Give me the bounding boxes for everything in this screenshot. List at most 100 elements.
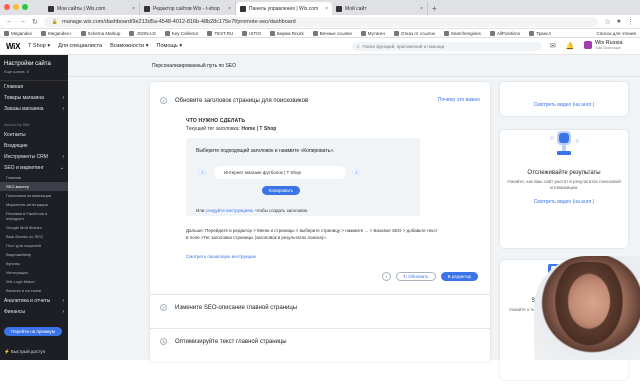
sidebar-subitem[interactable]: Google Мой бизнес — [0, 223, 68, 232]
bookmark-item[interactable]: Вечные ссылки — [312, 30, 352, 36]
sidebar-section-label: Accord by Wix — [4, 122, 30, 127]
info-icon[interactable]: i — [382, 272, 392, 281]
bookmark-icon — [360, 30, 366, 36]
sidebar-item-inbox[interactable]: Входящие — [0, 140, 68, 151]
next-steps-text: Дальше: Перейдите в редактор > Меню и ст… — [186, 228, 438, 240]
sidebar-subitem[interactable]: Визитки и на ткани — [0, 286, 68, 295]
bookmark-item[interactable]: Мутаген — [360, 30, 385, 36]
close-window-button[interactable] — [4, 4, 10, 10]
menu-icon[interactable]: ⋮ — [627, 18, 634, 26]
sidebar-item-home[interactable]: Главная — [0, 81, 68, 92]
star-icon[interactable]: ☆ — [604, 18, 610, 26]
sidebar-header[interactable]: Настройки сайта — [0, 55, 68, 67]
bookmark-item[interactable]: Key Collector — [164, 30, 198, 36]
features-menu[interactable]: Возможности ▾ — [110, 43, 148, 49]
sidebar-subitem[interactable]: Поисковая оптимизация — [0, 191, 68, 200]
maximize-window-button[interactable] — [22, 4, 28, 10]
reload-icon[interactable]: ↻ — [32, 18, 38, 26]
bookmark-icon — [529, 30, 535, 36]
sidebar-subitem[interactable]: Купоны — [0, 259, 68, 268]
bell-icon[interactable]: 🔔 — [566, 42, 575, 50]
sidebar-item-orders[interactable]: Заказы магазина › — [0, 103, 68, 114]
chevron-right-icon: › — [62, 308, 64, 315]
browser-tab-3[interactable]: Панель управления | Wix.com × — [236, 2, 332, 15]
copy-button[interactable]: Копировать — [262, 186, 300, 195]
bookmark-item[interactable]: Searchengines — [443, 30, 481, 36]
back-icon[interactable]: ← — [6, 18, 13, 25]
step-by-step-link[interactable]: Смотреть пошаговую инструкцию — [186, 254, 256, 259]
close-tab-icon[interactable]: × — [420, 6, 423, 12]
profile-icon[interactable]: ● — [617, 18, 621, 25]
bookmark-item[interactable]: TEXT.RU — [207, 30, 233, 36]
watch-video-link[interactable]: Смотреть видео (на англ.) — [500, 199, 628, 205]
chevron-right-icon: › — [62, 94, 64, 101]
step-number: 1 — [160, 97, 167, 104]
browser-tab-2[interactable]: Редактор сайтов Wix - t-shop × — [140, 2, 236, 15]
wix-logo[interactable]: WiX — [6, 42, 20, 51]
sidebar-item-analytics[interactable]: Аналитика и отчеты › — [0, 295, 68, 306]
sidebar-item-contacts[interactable]: Контакты — [0, 129, 68, 140]
bookmark-item[interactable]: ISTIO — [242, 30, 261, 36]
todo-heading: ЧТО НУЖНО СДЕЛАТЬ — [186, 118, 246, 124]
sidebar-item-products[interactable]: Товары магазина › — [0, 92, 68, 103]
close-tab-icon[interactable]: × — [132, 6, 135, 12]
for-experts-link[interactable]: Для специалиста — [58, 43, 102, 49]
search-input[interactable]: ⌕ Поиск функций, приложений и помощи — [352, 42, 542, 51]
next-arrow-icon[interactable]: › — [352, 168, 361, 177]
browser-tab-1[interactable]: Мои сайты | Wix.com × — [44, 2, 140, 15]
lightning-icon: ⚡ — [4, 349, 10, 354]
suggested-title[interactable]: Интернет магазин футболок | T Shop — [214, 166, 346, 179]
instructions-link[interactable]: следуйте инструкциям, — [206, 208, 254, 213]
new-tab-button[interactable]: + — [432, 2, 437, 15]
sidebar-subitem[interactable]: Wix Logo Maker — [0, 277, 68, 286]
chevron-down-icon: ▾ — [145, 43, 149, 49]
sidebar-item-seo[interactable]: SEO и маркетинг ⌄ — [0, 162, 68, 173]
help-menu[interactable]: Помощь ▾ — [157, 43, 183, 49]
why-important-link[interactable]: Почему это важно — [438, 97, 480, 103]
bookmark-item[interactable]: Schema Markup — [80, 30, 120, 36]
sidebar-subitem-seo-wizard[interactable]: SEO-мастер — [0, 182, 68, 191]
sidebar-subitem[interactable]: Пост для соцсетей — [0, 241, 68, 250]
wix-favicon-icon — [48, 5, 54, 12]
sidebar-subitem[interactable]: Интеграции — [0, 268, 68, 277]
bookmark-item[interactable]: Megandex — [4, 30, 32, 36]
close-tab-icon[interactable]: × — [228, 6, 231, 12]
refresh-button[interactable]: ↻ Обновить — [396, 272, 436, 281]
watch-video-link[interactable]: Смотреть видео (на англ.) — [500, 102, 628, 108]
to-editor-button[interactable]: В редактор — [440, 272, 478, 281]
step-3-header[interactable]: 3 Оптимизируйте текст главной страницы — [160, 338, 287, 345]
bookmark-item[interactable]: Трансл — [529, 30, 551, 36]
sidebar-subitem[interactable]: Видеомейкер — [0, 250, 68, 259]
bookmark-item[interactable]: AllPositions — [489, 30, 520, 36]
sidebar-item-crm[interactable]: Инструменты CRM › — [0, 151, 68, 162]
bookmark-item[interactable]: JSON-LD — [129, 30, 156, 36]
url-input[interactable]: 🔒 manage.wix.com/dashboard/9e213d5a-4548-… — [43, 16, 599, 27]
close-tab-icon[interactable]: × — [325, 6, 328, 12]
step-2-header[interactable]: 2 Измените SEO-описание главной страницы — [160, 304, 297, 311]
prev-arrow-icon[interactable]: ‹ — [198, 168, 207, 177]
instructions-line: Или следуйте инструкциям, чтобы создать … — [196, 208, 309, 213]
bookmark-icon — [393, 30, 399, 36]
sidebar-item-finance[interactable]: Финансы › — [0, 306, 68, 317]
minimize-window-button[interactable] — [13, 4, 19, 10]
sidebar-subitem[interactable]: Маркетинг-интеграции — [0, 200, 68, 209]
account-menu[interactable]: Wix Russia Julia Sosnovaya — [584, 40, 623, 50]
chat-icon[interactable]: ✉ — [550, 42, 556, 50]
sidebar-subitem[interactable]: Ваш бизнес по SEO — [0, 232, 68, 241]
sidebar-subitem[interactable]: Реклама в Facebook и Instagram — [0, 209, 68, 223]
browser-tab-4[interactable]: Мой сайт × — [332, 2, 428, 15]
step-1-header[interactable]: 1 Обновите заголовок страницы для поиско… — [160, 97, 308, 104]
upgrade-button[interactable]: Перейти на премиум — [4, 327, 62, 336]
sidebar-subitem[interactable]: Главная — [0, 173, 68, 182]
site-selector[interactable]: T Shop ▾ — [28, 43, 50, 49]
forward-icon[interactable]: → — [19, 18, 26, 25]
bookmark-item[interactable]: Отказ от ссылок — [393, 30, 435, 36]
quick-access[interactable]: ⚡ Быстрый доступ — [4, 349, 45, 355]
wix-favicon-icon — [240, 5, 246, 12]
browser-tabbar: Мои сайты | Wix.com × Редактор сайтов Wix… — [0, 0, 640, 15]
bookmark-item[interactable]: Биржа Rnork — [270, 30, 304, 36]
bookmark-item[interactable]: Megandex+ — [41, 30, 72, 36]
reading-list[interactable]: Список для чтения — [597, 31, 636, 36]
track-results-card: Отслеживайте результаты Узнайте, как ваш… — [500, 130, 628, 248]
track-results-title: Отслеживайте результаты — [527, 170, 601, 176]
